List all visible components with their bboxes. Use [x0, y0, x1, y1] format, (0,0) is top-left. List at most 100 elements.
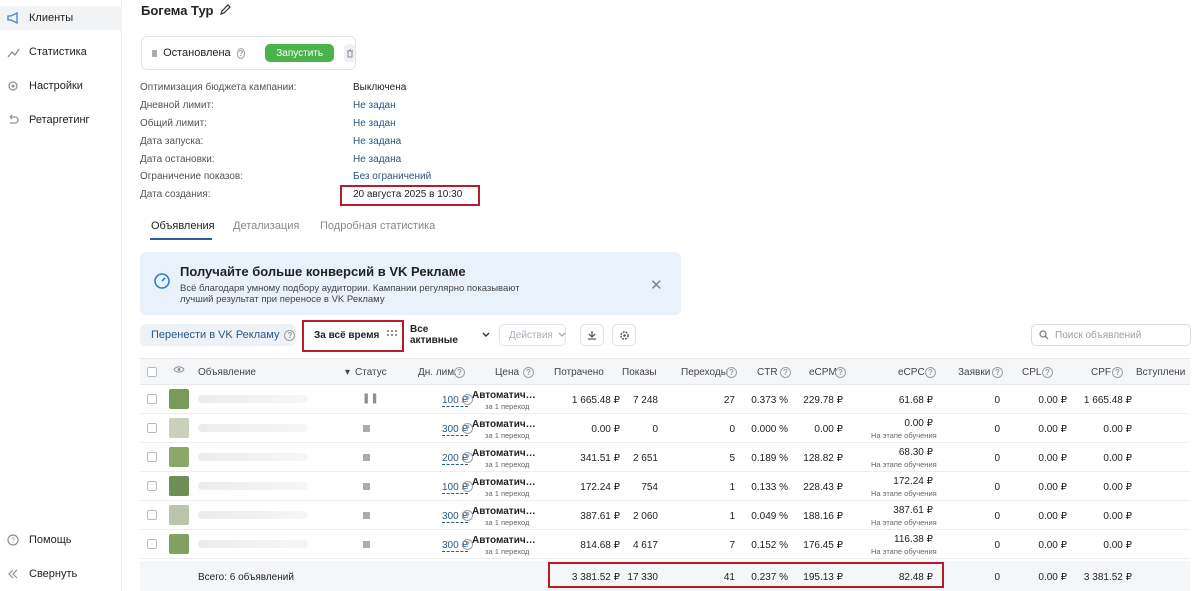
- pencil-icon[interactable]: [219, 3, 231, 18]
- total-label: Всего: 6 объявлений: [198, 572, 294, 583]
- row-checkbox[interactable]: [147, 510, 157, 520]
- close-icon[interactable]: ✕: [650, 276, 663, 294]
- help-icon[interactable]: ?: [835, 367, 846, 378]
- settings-button[interactable]: [612, 324, 636, 346]
- stopped-icon[interactable]: [363, 425, 370, 432]
- col-ecpc[interactable]: eCPC: [898, 367, 925, 378]
- filter-label: Все активные: [410, 324, 458, 346]
- daily-limit-link[interactable]: Не задан: [353, 100, 396, 111]
- ad-name-blurred[interactable]: [198, 482, 308, 490]
- ctr-value: 0.049 %: [751, 511, 788, 522]
- ad-thumbnail[interactable]: [169, 534, 189, 554]
- ad-thumbnail[interactable]: [169, 418, 189, 438]
- col-leads[interactable]: Заявки: [958, 367, 990, 378]
- col-clicks[interactable]: Переходы: [681, 367, 728, 378]
- table-row[interactable]: 300 ₽? Автоматич… за 1 переход 814.68 ₽4 61…: [140, 530, 1190, 559]
- ctr-value: 0.152 %: [751, 540, 788, 551]
- help-icon[interactable]: ?: [1112, 367, 1123, 378]
- filter-dropdown[interactable]: Все активные: [410, 324, 490, 346]
- sidebar-collapse[interactable]: Свернуть: [0, 562, 122, 586]
- ad-name-blurred[interactable]: [198, 540, 308, 548]
- cpl-value: 0.00 ₽: [1038, 424, 1067, 435]
- col-status-sort-icon[interactable]: ▾: [345, 367, 350, 378]
- ad-name-blurred[interactable]: [198, 395, 308, 403]
- sidebar-item-statistics[interactable]: Статистика: [0, 40, 122, 64]
- col-price[interactable]: Цена: [495, 367, 519, 378]
- ad-thumbnail[interactable]: [169, 476, 189, 496]
- sidebar-item-settings[interactable]: Настройки: [0, 74, 122, 98]
- tab-details[interactable]: Детализация: [233, 220, 299, 232]
- col-cpl[interactable]: CPL: [1022, 367, 1041, 378]
- shows-value: 7 248: [632, 395, 658, 406]
- tab-ads[interactable]: Объявления: [151, 220, 215, 232]
- actions-dropdown[interactable]: Действия: [499, 324, 566, 346]
- search-input[interactable]: Поиск объявлений: [1031, 324, 1191, 346]
- col-ctr[interactable]: CTR: [757, 367, 778, 378]
- help-icon[interactable]: ?: [236, 47, 246, 59]
- cpf-value: 0.00 ₽: [1103, 540, 1132, 551]
- ad-thumbnail[interactable]: [169, 447, 189, 467]
- total-cpl: 0.00 ₽: [1038, 572, 1067, 583]
- tab-detailed-stats[interactable]: Подробная статистика: [320, 220, 435, 232]
- total-limit-link[interactable]: Не задан: [353, 118, 396, 129]
- table-row[interactable]: 100 ₽? Автоматич… за 1 переход 172.24 ₽754 1…: [140, 472, 1190, 501]
- col-spent[interactable]: Потрачено: [554, 367, 604, 378]
- help-icon[interactable]: ?: [925, 367, 936, 378]
- eye-icon[interactable]: [173, 365, 185, 377]
- stopped-icon[interactable]: [363, 483, 370, 490]
- ad-name-blurred[interactable]: [198, 453, 308, 461]
- row-checkbox[interactable]: [147, 394, 157, 404]
- help-icon[interactable]: ?: [726, 367, 737, 378]
- col-limit[interactable]: Дн. лим.: [418, 367, 457, 378]
- col-status[interactable]: Статус: [355, 367, 387, 378]
- col-ecpm[interactable]: eCPM: [809, 367, 837, 378]
- col-joined[interactable]: Вступлени: [1136, 367, 1185, 378]
- cpl-value: 0.00 ₽: [1038, 540, 1067, 551]
- download-button[interactable]: [580, 324, 604, 346]
- row-checkbox[interactable]: [147, 423, 157, 433]
- leads-value: 0: [994, 453, 1000, 464]
- start-date-link[interactable]: Не задана: [353, 136, 401, 147]
- select-all-checkbox[interactable]: [147, 367, 157, 377]
- sidebar-item-label: Настройки: [29, 80, 83, 92]
- cpl-value: 0.00 ₽: [1038, 395, 1067, 406]
- help-icon[interactable]: ?: [992, 367, 1003, 378]
- cpl-value: 0.00 ₽: [1038, 453, 1067, 464]
- table-row[interactable]: 200 ₽? Автоматич… за 1 переход 341.51 ₽2 65…: [140, 443, 1190, 472]
- help-icon[interactable]: ?: [523, 367, 534, 378]
- svg-text:?: ?: [11, 538, 15, 545]
- start-button[interactable]: Запустить: [265, 44, 335, 62]
- ad-name-blurred[interactable]: [198, 424, 308, 432]
- sidebar-item-retargeting[interactable]: Ретаргетинг: [0, 108, 122, 132]
- ad-thumbnail[interactable]: [169, 389, 189, 409]
- impression-limit-link[interactable]: Без ограничений: [353, 171, 431, 182]
- pause-icon[interactable]: ❚❚: [362, 393, 379, 404]
- table-row[interactable]: 300 ₽? Автоматич… за 1 переход 0.00 ₽0 0 0.00…: [140, 414, 1190, 443]
- col-ad[interactable]: Объявление: [198, 367, 256, 378]
- table-row[interactable]: 300 ₽? Автоматич… за 1 переход 387.61 ₽2 06…: [140, 501, 1190, 530]
- row-checkbox[interactable]: [147, 481, 157, 491]
- row-checkbox[interactable]: [147, 539, 157, 549]
- help-icon[interactable]: ?: [1042, 367, 1053, 378]
- col-cpf[interactable]: CPF: [1091, 367, 1111, 378]
- sidebar-item-clients[interactable]: Клиенты: [0, 6, 122, 30]
- sidebar-help[interactable]: ? Помощь: [0, 528, 122, 552]
- delete-button[interactable]: [344, 44, 355, 62]
- row-checkbox[interactable]: [147, 452, 157, 462]
- transfer-button[interactable]: Перенести в VK Рекламу ?: [140, 324, 296, 346]
- price-sub: за 1 переход: [485, 518, 530, 527]
- stop-date-link[interactable]: Не задана: [353, 154, 401, 165]
- table-row[interactable]: ❚❚ 100 ₽? Автоматич… за 1 переход 1 665.48 ₽…: [140, 385, 1190, 414]
- col-shows[interactable]: Показы: [622, 367, 657, 378]
- ad-thumbnail[interactable]: [169, 505, 189, 525]
- help-icon[interactable]: ?: [780, 367, 791, 378]
- megaphone-icon: [6, 11, 20, 25]
- sidebar-item-label: Ретаргетинг: [29, 114, 90, 126]
- help-icon[interactable]: ?: [454, 367, 465, 378]
- stopped-icon[interactable]: [363, 512, 370, 519]
- ctr-value: 0.133 %: [751, 482, 788, 493]
- ad-name-blurred[interactable]: [198, 511, 308, 519]
- stopped-icon[interactable]: [363, 541, 370, 548]
- shows-value: 4 617: [632, 540, 658, 551]
- stopped-icon[interactable]: [363, 454, 370, 461]
